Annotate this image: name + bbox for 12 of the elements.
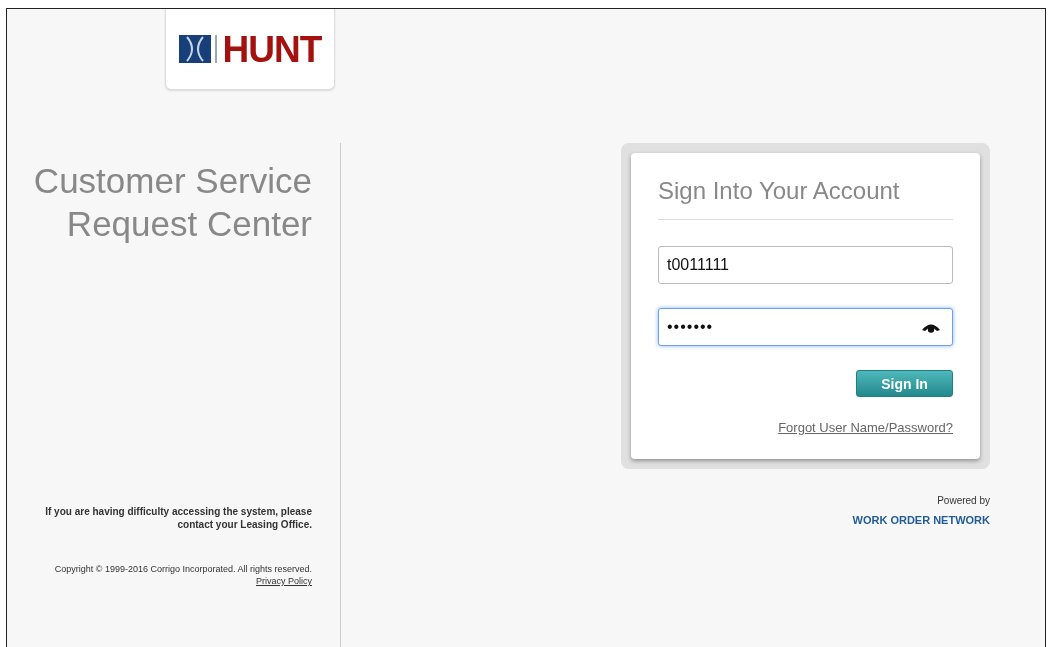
- copyright-text: Copyright © 1999-2016 Corrigo Incorporated. All rights reserved.: [54, 564, 312, 574]
- page-heading: Customer Service Request Center: [33, 160, 312, 245]
- logo-icon: [178, 33, 219, 65]
- login-title: Sign Into Your Account: [658, 177, 953, 220]
- forgot-credentials-link[interactable]: Forgot User Name/Password?: [778, 420, 953, 435]
- help-text: If you are having difficulty accessing the system, please contact your Leasing Office.: [44, 505, 312, 531]
- work-order-network-link[interactable]: WORK ORDER NETWORK: [852, 514, 990, 526]
- powered-by-text: Powered by: [937, 495, 990, 506]
- privacy-policy-link[interactable]: Privacy Policy: [256, 576, 312, 586]
- username-field[interactable]: t0011111: [658, 246, 953, 284]
- password-field[interactable]: •••••••: [658, 308, 953, 346]
- logo-text: HUNT: [222, 30, 322, 68]
